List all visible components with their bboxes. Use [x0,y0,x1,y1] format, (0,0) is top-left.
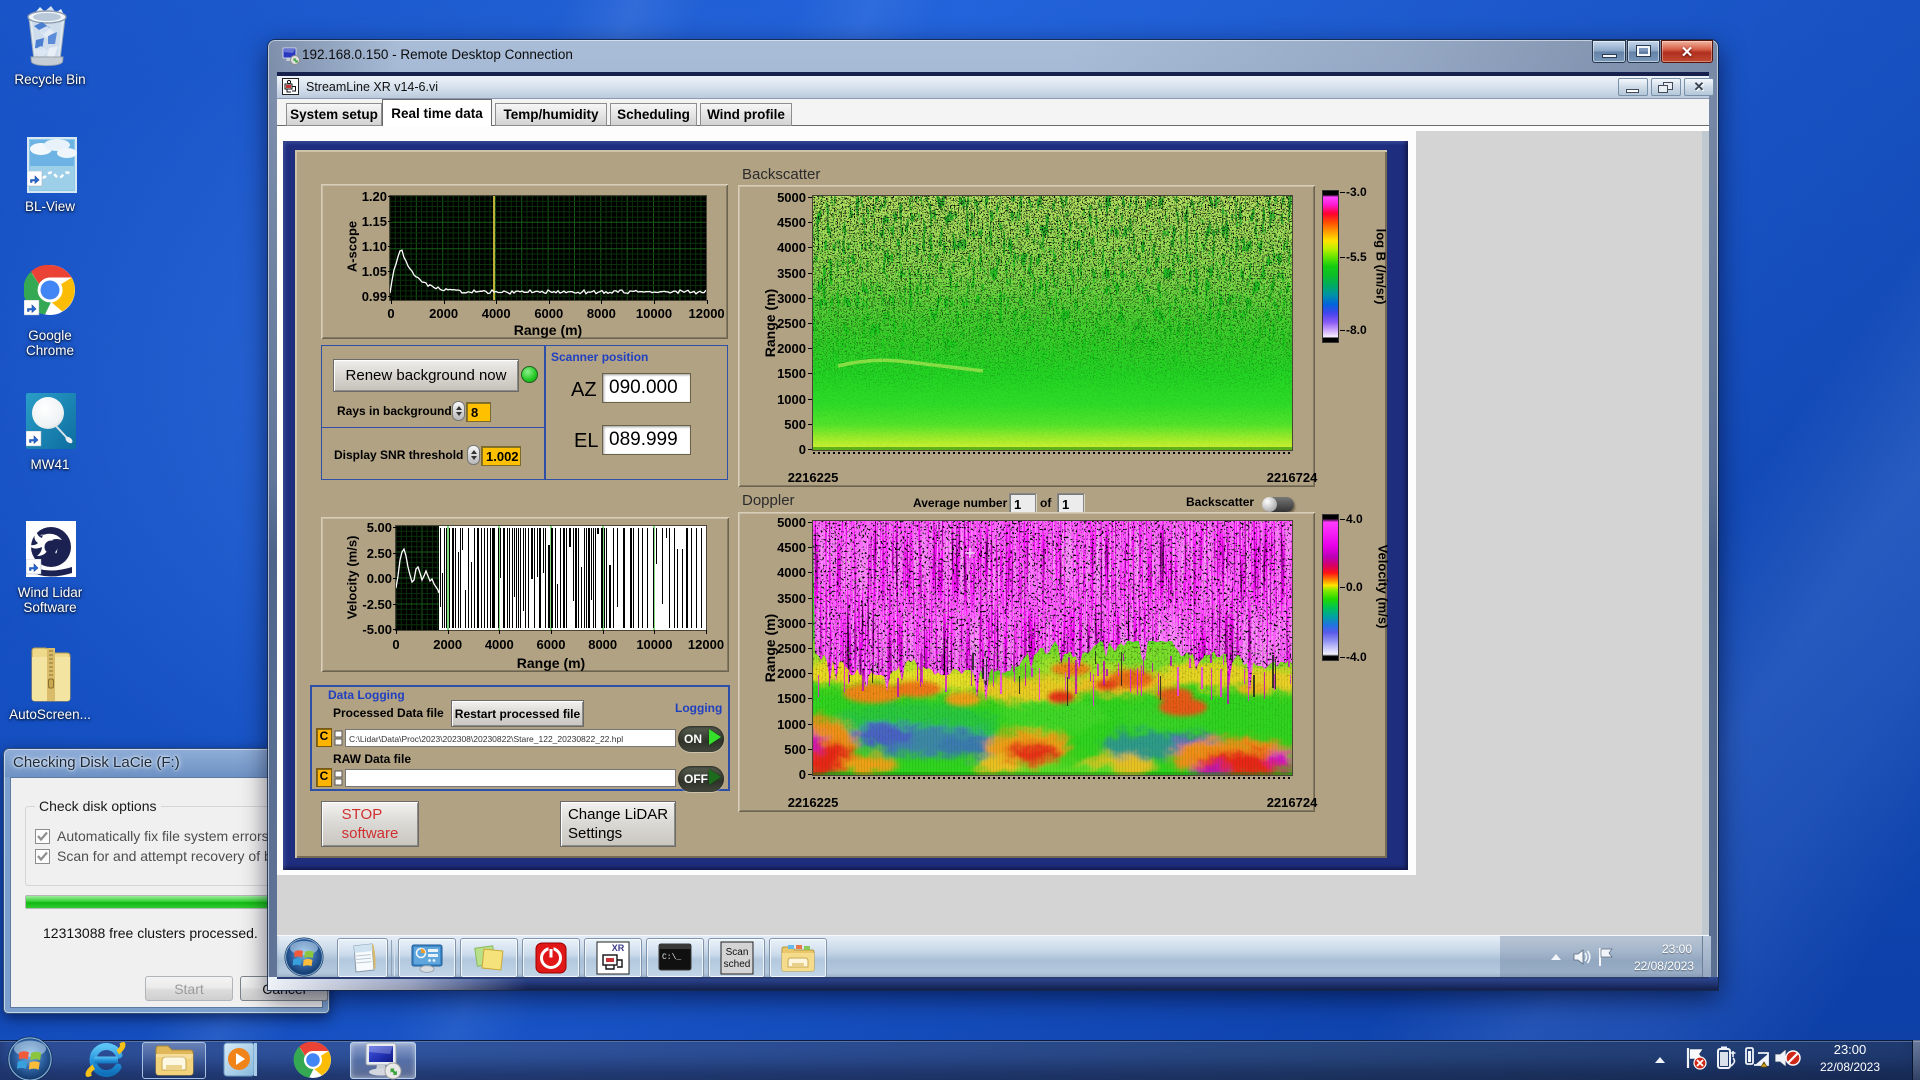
svg-text:XR: XR [612,943,625,953]
svg-text:sched: sched [723,959,750,970]
svg-text:Scan: Scan [725,947,748,958]
svg-text:C:\_: C:\_ [662,953,681,962]
